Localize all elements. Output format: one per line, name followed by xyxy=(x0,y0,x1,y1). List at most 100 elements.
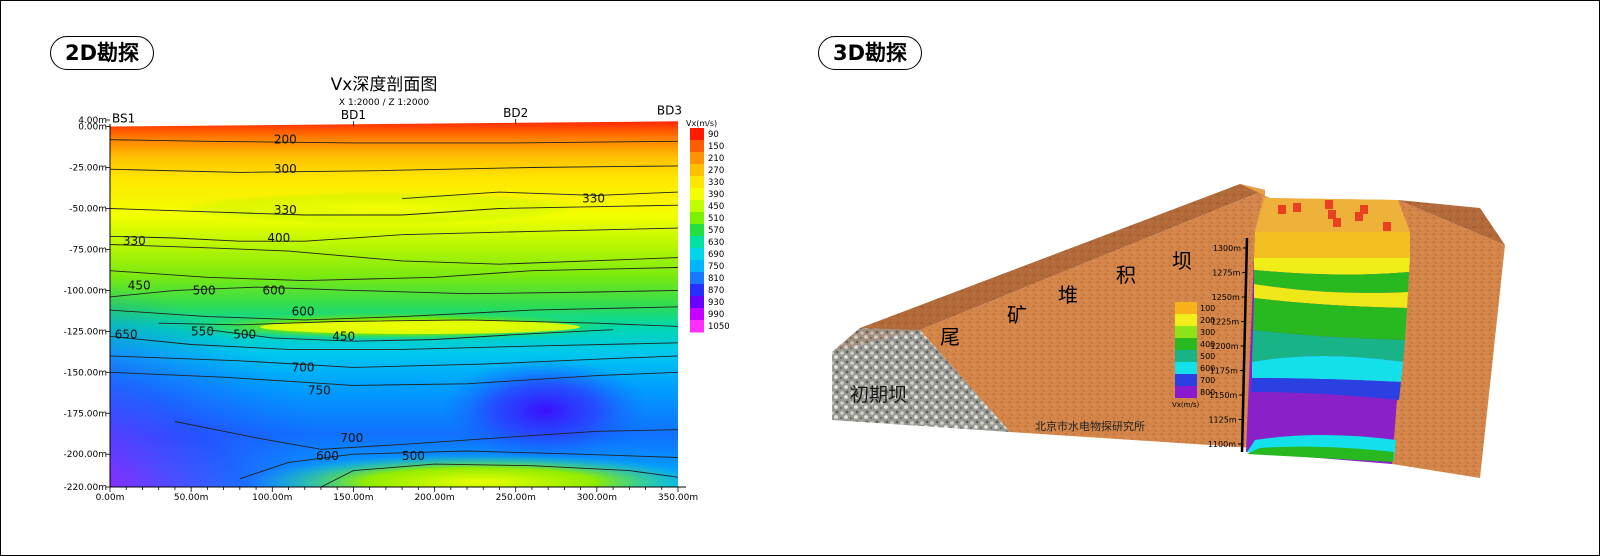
institute-label: 北京市水电物探研究所 xyxy=(1035,419,1145,433)
cross-section xyxy=(1246,232,1410,464)
legend-value: 800 xyxy=(1200,388,1215,397)
legend-swatch xyxy=(1175,326,1197,338)
x-tick-label: 150.00m xyxy=(333,493,373,503)
legend-swatch xyxy=(1175,374,1197,386)
contour-label: 400 xyxy=(267,231,290,245)
chart-title: Vx深度剖面图 xyxy=(331,75,438,95)
colorbar-tick-label: 930 xyxy=(708,298,724,308)
colorbar-tick-label: 690 xyxy=(708,250,724,260)
colorbar-tick-label: 390 xyxy=(708,190,724,200)
colorbar-tick-label: 210 xyxy=(708,154,724,164)
colorbar-tick-label: 630 xyxy=(708,238,724,248)
colorbar-tick-label: 810 xyxy=(708,274,724,284)
colorbar-tick-label: 870 xyxy=(708,286,724,296)
legend-value: 300 xyxy=(1200,328,1215,337)
chart-subtitle: X 1:2000 / Z 1:2000 xyxy=(339,98,429,108)
colorbar-tick-label: 510 xyxy=(708,214,724,224)
contour-label: 600 xyxy=(262,283,285,297)
contour-label: 750 xyxy=(308,383,331,397)
legend-swatch xyxy=(1175,302,1197,314)
contour-label: 700 xyxy=(292,360,315,374)
colorbar-swatch xyxy=(690,164,704,177)
contour-label: 600 xyxy=(292,305,315,319)
x-tick-label: 300.00m xyxy=(577,493,617,503)
contour-label: 330 xyxy=(274,203,297,217)
x-tick-label: 250.00m xyxy=(496,493,536,503)
colorbar-tick-label: 990 xyxy=(708,310,724,320)
x-tick-label: 100.00m xyxy=(252,493,292,503)
station-label: BD2 xyxy=(503,106,528,120)
y-tick-label: -175.00m xyxy=(63,409,107,419)
legend-title: Vx(m/s) xyxy=(1172,401,1199,409)
contour-label: 600 xyxy=(316,449,339,463)
x-tick-label: 350.00m xyxy=(658,493,698,503)
contour-label: 330 xyxy=(123,234,146,248)
colorbar-tick-label: 570 xyxy=(708,226,724,236)
contour-label: 200 xyxy=(274,133,297,147)
depth-tick-label: 1300m xyxy=(1213,244,1241,253)
depth-tick-label: 1250m xyxy=(1212,293,1240,302)
legend-swatch xyxy=(1175,350,1197,362)
colorbar-swatch xyxy=(690,248,704,261)
contour-label: 330 xyxy=(582,192,605,206)
colorbar-swatch xyxy=(690,260,704,273)
colorbar-swatch xyxy=(690,176,704,189)
y-tick-label: -50.00m xyxy=(69,204,107,214)
legend-swatch xyxy=(1175,362,1197,374)
dam-3d-view: 1300m1275m1250m1225m1200m1175m1150m1125m… xyxy=(832,184,1505,478)
y-tick-label: -200.00m xyxy=(63,450,107,460)
dam-label-3: 堆 xyxy=(1058,283,1078,307)
colorbar-swatch xyxy=(690,200,704,213)
legend-value: 200 xyxy=(1200,316,1215,325)
dam-label-2: 矿 xyxy=(1007,303,1027,327)
colorbar-tick-label: 330 xyxy=(708,178,724,188)
station-label: BD3 xyxy=(657,104,682,118)
colorbar-swatch xyxy=(690,320,704,333)
y-tick-label: -25.00m xyxy=(69,164,107,174)
legend-value: 500 xyxy=(1200,352,1215,361)
legend-swatch xyxy=(1175,338,1197,350)
x-tick-label: 0.00m xyxy=(96,493,125,503)
colorbar-tick-label: 270 xyxy=(708,166,724,176)
y-tick-label: -75.00m xyxy=(69,245,107,255)
contour-label: 450 xyxy=(332,329,355,343)
colorbar-swatch xyxy=(690,224,704,237)
colorbar-swatch xyxy=(690,140,704,153)
colorbar-swatch xyxy=(690,128,704,141)
contour-label: 700 xyxy=(340,431,363,445)
colorbar-swatch xyxy=(690,152,704,165)
contour-label: 300 xyxy=(274,162,297,176)
contour-label: 650 xyxy=(115,328,138,342)
colorbar-title: Vx(m/s) xyxy=(686,119,717,128)
depth-tick-label: 1125m xyxy=(1208,416,1236,425)
contour-label: 550 xyxy=(191,324,214,338)
depth-tick-label: 1275m xyxy=(1212,269,1240,278)
colorbar: Vx(m/s) 90 150 210 270 330 390 450 510 570 630 690 7… xyxy=(686,119,730,333)
colorbar-tick-label: 90 xyxy=(708,130,719,140)
dam-label-4: 积 xyxy=(1116,263,1136,287)
y-tick-label: 0.00m xyxy=(78,123,107,133)
colorbar-swatch xyxy=(690,284,704,297)
legend-value: 100 xyxy=(1200,304,1215,313)
colorbar-swatch xyxy=(690,296,704,309)
contour-label: 500 xyxy=(402,449,425,463)
colorbar-swatch xyxy=(690,272,704,285)
colorbar-tick-label: 750 xyxy=(708,262,724,272)
dam-label-1: 尾 xyxy=(940,325,960,349)
starter-dam-label: 初期坝 xyxy=(850,384,907,406)
legend-swatch xyxy=(1175,386,1197,398)
depth-tick-label: 1100m xyxy=(1208,440,1236,449)
contour-label: 450 xyxy=(128,278,151,292)
legend-value: 700 xyxy=(1200,376,1215,385)
station-label: BD1 xyxy=(341,108,366,122)
colorbar-tick-label: 450 xyxy=(708,202,724,212)
y-tick-label: -150.00m xyxy=(63,368,107,378)
dam-label-5: 坝 xyxy=(1172,249,1192,273)
station-label: BS1 xyxy=(112,112,135,126)
colorbar-swatch xyxy=(690,188,704,201)
contour-label: 500 xyxy=(233,328,256,342)
y-tick-label: -220.00m xyxy=(63,483,107,493)
y-tick-label: -125.00m xyxy=(63,327,107,337)
colorbar-swatch xyxy=(690,308,704,321)
colorbar-tick-label: 150 xyxy=(708,142,724,152)
